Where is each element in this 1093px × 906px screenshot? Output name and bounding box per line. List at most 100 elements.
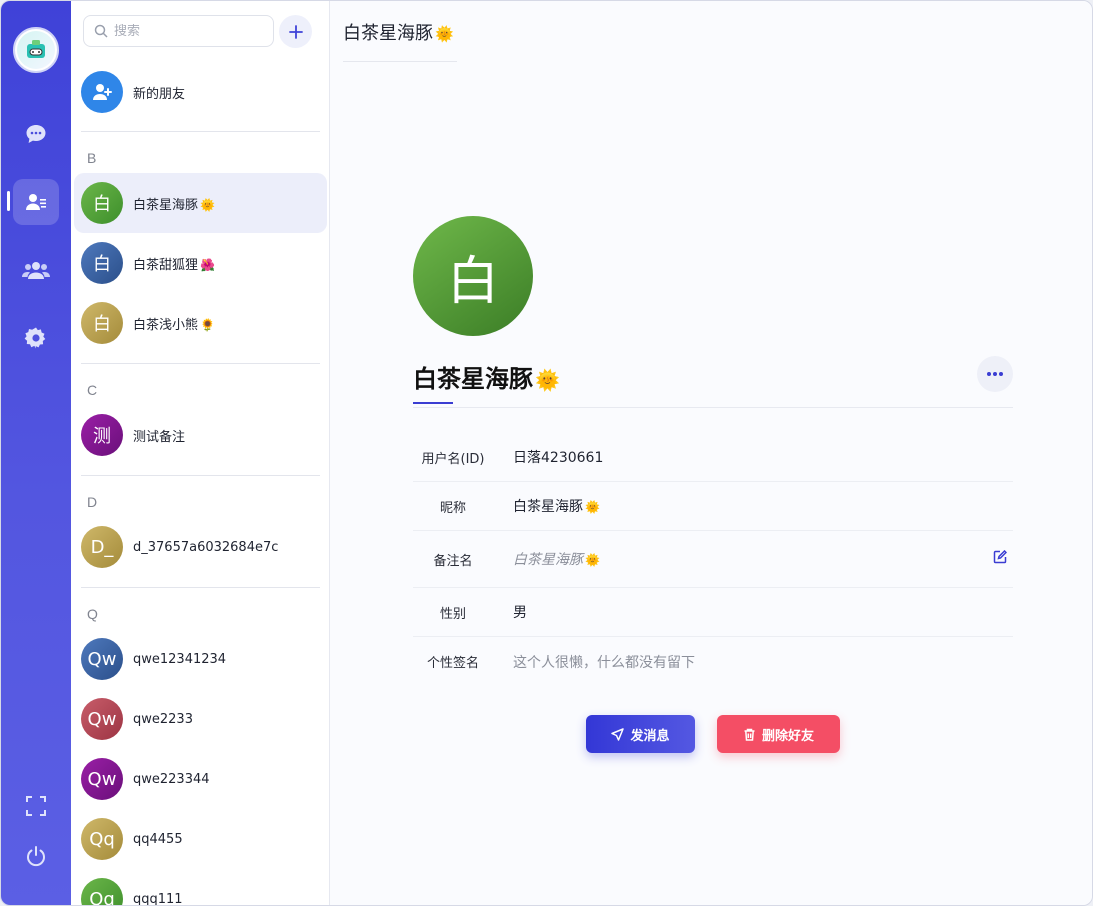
nav-rail: [1, 1, 71, 905]
name-accent-bar: [413, 402, 453, 404]
contact-item[interactable]: Qw qwe223344: [74, 749, 327, 809]
title-underline: [343, 61, 457, 62]
profile-avatar: 白: [413, 216, 533, 336]
contact-item[interactable]: 白 白茶浅小熊 🌻: [74, 293, 327, 353]
info-key: 性别: [439, 606, 466, 622]
trash-icon: [744, 728, 755, 741]
flower-emoji: 🌺: [200, 257, 215, 272]
info-key: 昵称: [439, 500, 466, 516]
info-key: 个性签名: [426, 656, 479, 671]
divider: [81, 131, 320, 132]
info-row-id: 用户名(ID) 日落4230661: [413, 433, 1013, 482]
logo-mascot-icon: [17, 31, 55, 69]
sun-emoji: 🌞: [200, 197, 215, 212]
contact-name: qwe12341234: [133, 651, 227, 667]
add-user-icon: [93, 84, 112, 100]
send-icon: [611, 727, 625, 741]
divider: [81, 363, 320, 364]
group-letter-c: C: [87, 382, 98, 398]
new-friend-label: 新的朋友: [133, 86, 186, 102]
detail-title: 白茶星海豚 🌞: [343, 23, 454, 44]
new-friends-item[interactable]: 新的朋友: [71, 67, 330, 117]
group-letter-b: B: [87, 150, 97, 166]
contact-item-selected[interactable]: 白 白茶星海豚 🌞: [74, 173, 327, 233]
sunflower-emoji: 🌻: [200, 317, 215, 332]
divider: [81, 587, 320, 588]
plus-icon: [288, 24, 303, 39]
contact-name: 白茶甜狐狸 🌺: [133, 257, 215, 273]
info-row-remark: 备注名 白茶星海豚 🌞: [413, 531, 1013, 588]
info-value: 日落4230661: [513, 450, 604, 466]
info-value: 这个人很懒，什么都没有留下: [513, 654, 695, 671]
edit-icon: [993, 549, 1008, 564]
contact-avatar: Qq: [81, 878, 123, 905]
contacts-icon: [26, 194, 46, 210]
group-letter-d: D: [87, 494, 98, 510]
more-dots-icon: [987, 372, 1003, 376]
contact-name: qwe2233: [133, 711, 193, 727]
contact-name: qq4455: [133, 831, 183, 847]
contact-item[interactable]: Qq qq4455: [74, 809, 327, 869]
nav-groups[interactable]: [13, 247, 59, 293]
sun-emoji: 🌞: [585, 500, 600, 514]
info-value: 男: [513, 605, 527, 621]
sun-emoji: 🌞: [435, 25, 454, 43]
info-row-signature: 个性签名 这个人很懒，什么都没有留下: [413, 637, 1013, 686]
contact-item[interactable]: Qq qqq111: [74, 869, 327, 906]
contact-avatar: Qw: [81, 698, 123, 740]
contact-avatar: 白: [81, 182, 123, 224]
chat-bubble-icon: [26, 125, 46, 143]
app-window: 新的朋友 B 白 白茶星海豚🌞 白 白茶甜狐狸🌺 白 白茶浅小熊🌻 C 测 测试…: [0, 0, 1093, 906]
profile-name: 白茶星海豚 🌞: [413, 365, 560, 393]
search-box[interactable]: [83, 15, 274, 47]
contact-avatar: 测: [81, 414, 123, 456]
nav-logout[interactable]: [13, 833, 59, 879]
profile-info-table: 用户名(ID) 日落4230661 昵称 白茶星海豚 🌞 备注名 白茶星海豚 🌞 性…: [413, 433, 1013, 686]
contact-item[interactable]: Qw qwe2233: [74, 689, 327, 749]
contact-avatar: Qw: [81, 638, 123, 680]
info-key: 用户名(ID): [421, 451, 485, 467]
delete-button-label: 删除好友: [761, 727, 814, 743]
nav-chat[interactable]: [13, 111, 59, 157]
search-icon: [94, 24, 108, 38]
group-letter-q: Q: [87, 606, 98, 622]
power-icon: [27, 846, 45, 867]
contact-avatar: 白: [81, 242, 123, 284]
more-options-button[interactable]: [977, 356, 1013, 392]
new-friend-avatar: [81, 71, 123, 113]
divider: [81, 475, 320, 476]
fullscreen-icon: [26, 796, 46, 816]
nav-contacts[interactable]: [13, 179, 59, 225]
contact-item[interactable]: 测 测试备注: [74, 405, 327, 465]
contacts-panel: 新的朋友 B 白 白茶星海豚🌞 白 白茶甜狐狸🌺 白 白茶浅小熊🌻 C 测 测试…: [71, 1, 330, 906]
contact-name: 白茶星海豚 🌞: [133, 197, 215, 213]
info-value: 白茶星海豚 🌞: [513, 499, 600, 515]
contact-avatar: 白: [81, 302, 123, 344]
edit-remark-button[interactable]: [993, 549, 1008, 568]
contact-name: qqq111: [133, 891, 183, 906]
app-logo[interactable]: [13, 27, 59, 73]
contact-item[interactable]: Qw qwe12341234: [74, 629, 327, 689]
contact-avatar: Qq: [81, 818, 123, 860]
contact-name: qwe223344: [133, 771, 210, 787]
contact-avatar: D_: [81, 526, 123, 568]
search-input[interactable]: [114, 23, 264, 39]
contact-name: d_37657a6032684e7c: [133, 539, 279, 555]
add-contact-button[interactable]: [279, 15, 312, 48]
delete-friend-button[interactable]: 删除好友: [717, 715, 840, 753]
info-key: 备注名: [433, 553, 473, 569]
send-button-label: 发消息: [630, 727, 670, 743]
gear-icon: [24, 327, 46, 349]
nav-fullscreen[interactable]: [13, 783, 59, 829]
nav-settings[interactable]: [13, 315, 59, 361]
contact-name: 白茶浅小熊 🌻: [133, 317, 215, 333]
remark-value: 白茶星海豚 🌞: [513, 552, 600, 568]
info-row-gender: 性别 男: [413, 588, 1013, 637]
contact-item[interactable]: D_ d_37657a6032684e7c: [74, 517, 327, 577]
contact-item[interactable]: 白 白茶甜狐狸 🌺: [74, 233, 327, 293]
sun-emoji: 🌞: [585, 553, 600, 567]
contact-name: 测试备注: [133, 429, 186, 445]
info-row-nickname: 昵称 白茶星海豚 🌞: [413, 482, 1013, 531]
send-message-button[interactable]: 发消息: [586, 715, 695, 753]
sun-emoji: 🌞: [535, 368, 560, 392]
